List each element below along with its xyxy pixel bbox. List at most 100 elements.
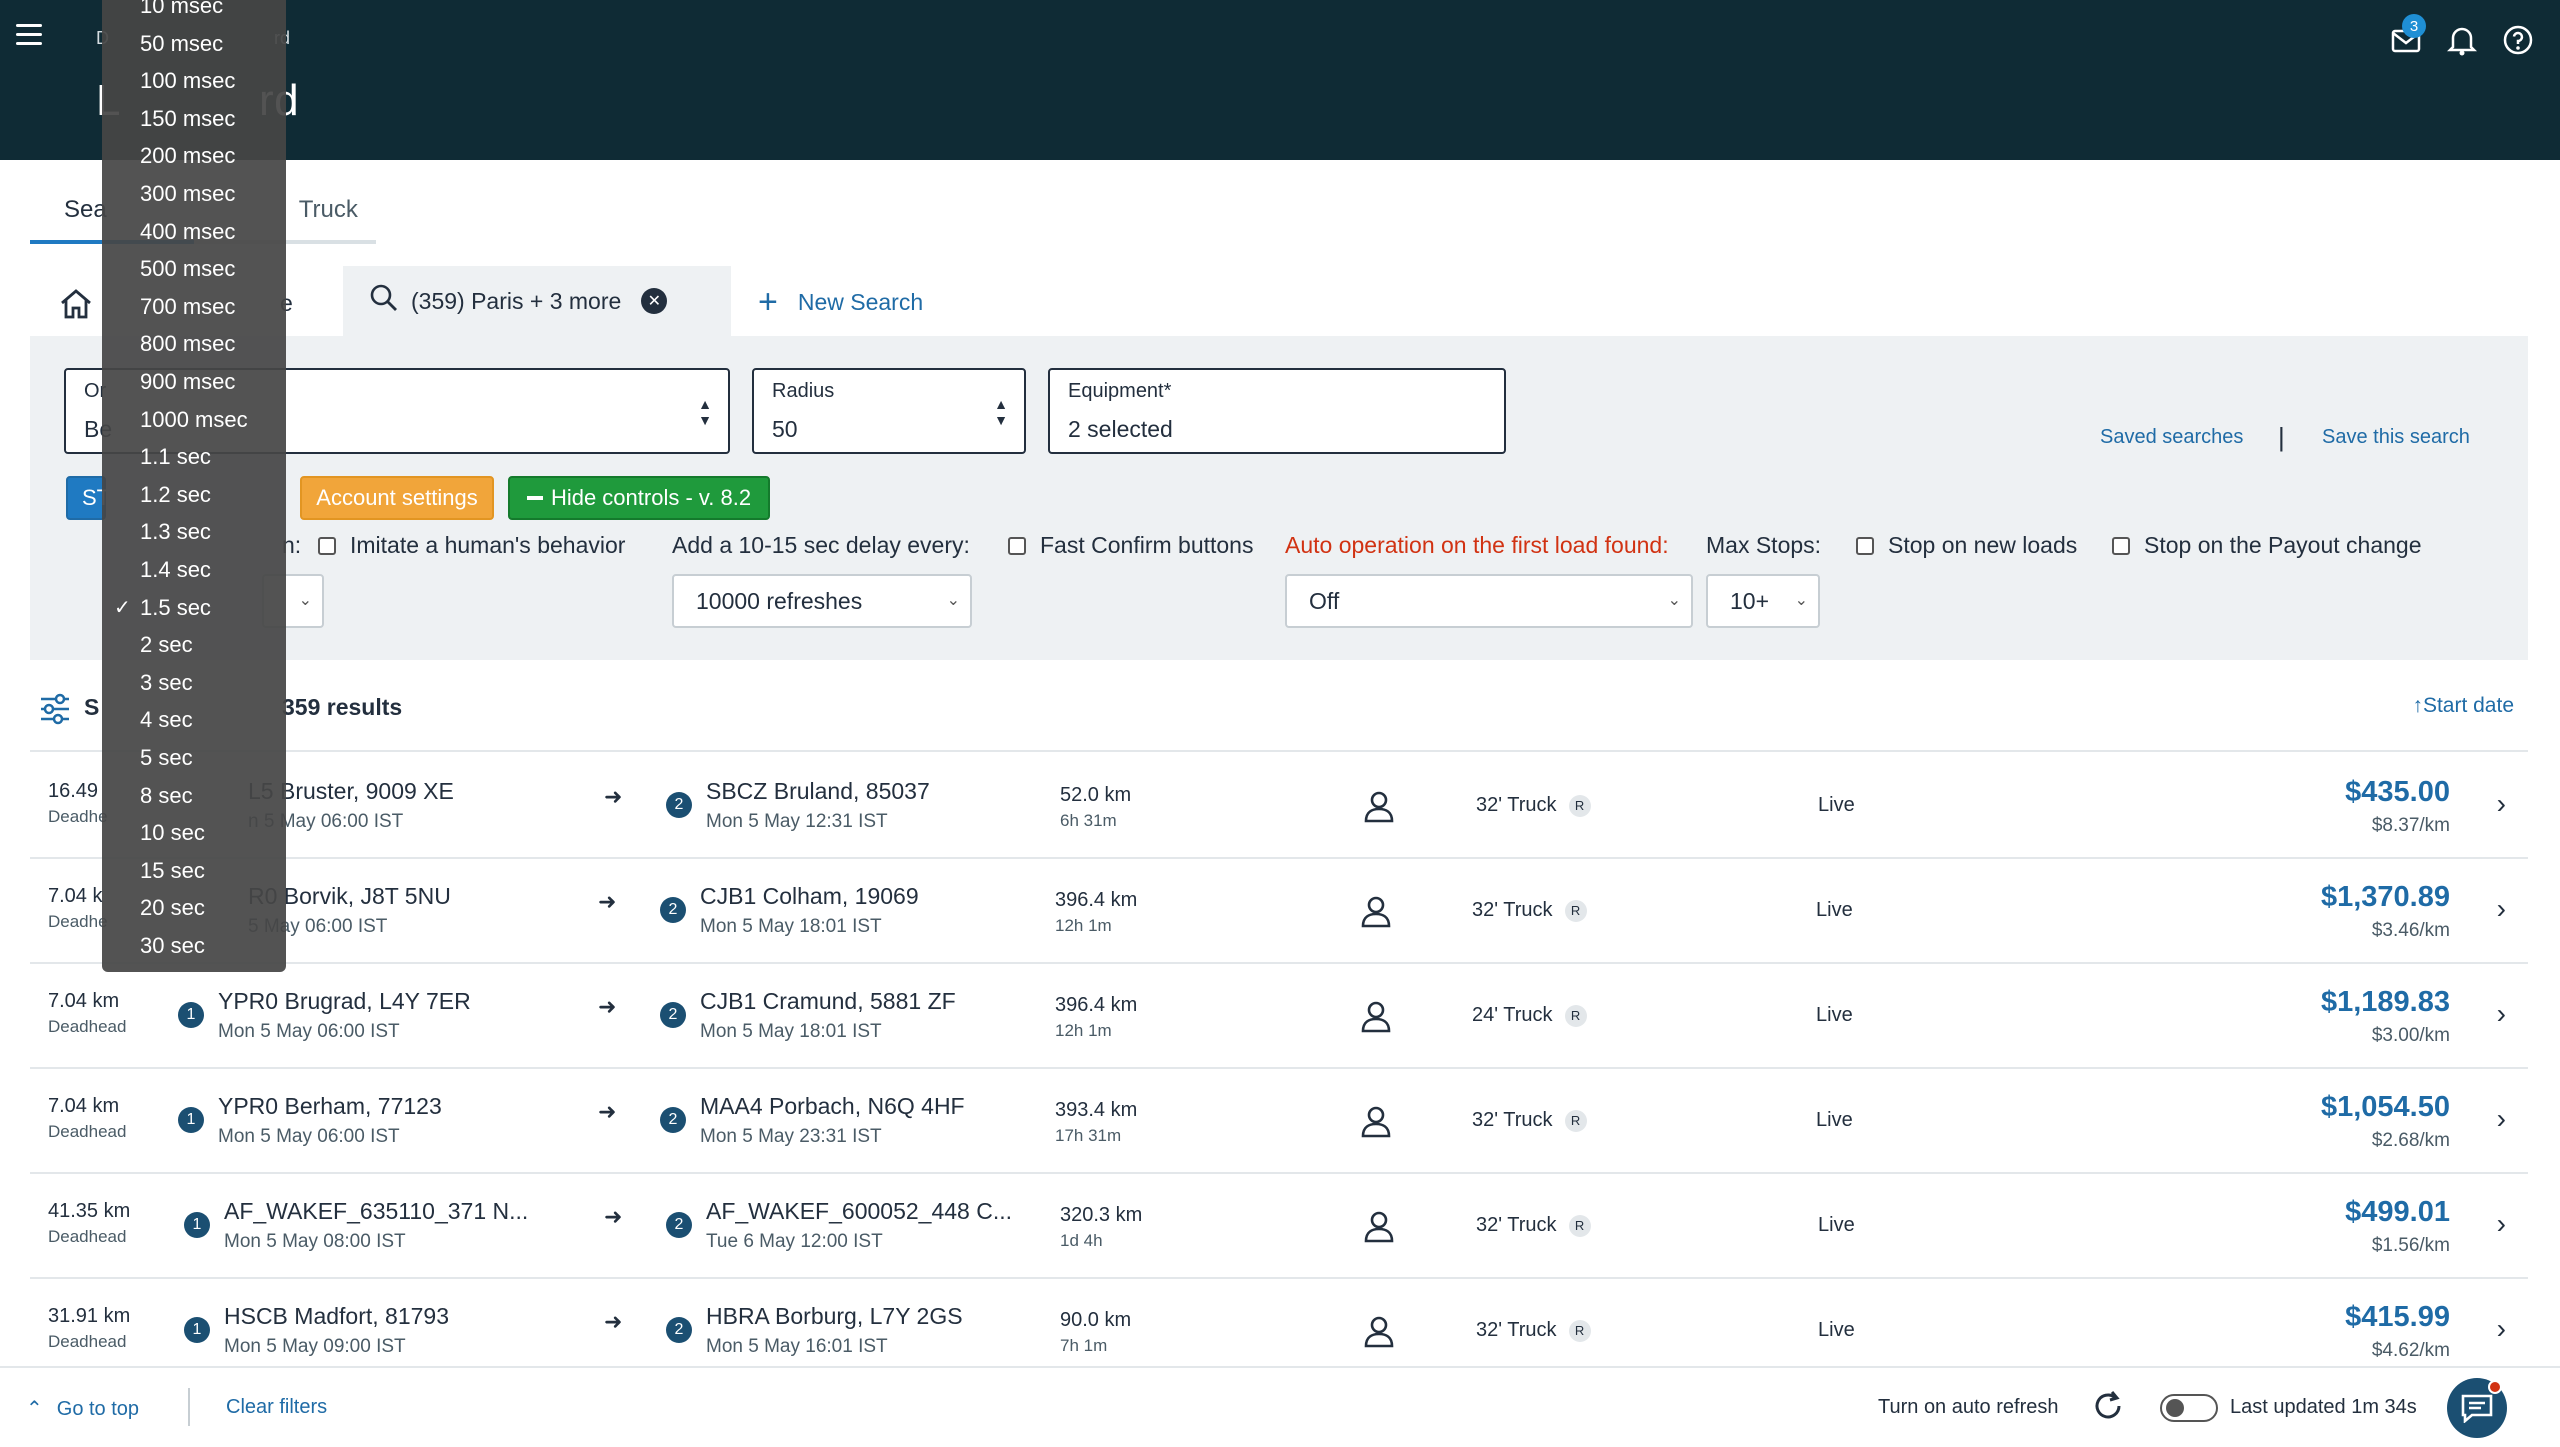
save-this-search-link[interactable]: Save this search [2322, 426, 2470, 449]
dropdown-option[interactable]: 20 sec [102, 890, 286, 926]
dropdown-option[interactable]: 30 sec [102, 928, 286, 964]
load-status: Live [1818, 794, 1855, 816]
dropdown-option[interactable]: 200 msec [102, 138, 286, 174]
bell-icon[interactable] [2442, 20, 2482, 60]
chevron-right-icon[interactable]: › [2497, 893, 2506, 925]
auto-operation-select[interactable]: Off ⌄ [1285, 574, 1693, 628]
dropdown-option[interactable]: 8 sec [102, 778, 286, 814]
equipment-field[interactable]: Equipment* 2 selected [1048, 368, 1506, 454]
price-value: $499.01 [2345, 1196, 2450, 1228]
stop-number-badge: 2 [666, 1317, 692, 1343]
fast-confirm-option[interactable]: Fast Confirm buttons [1008, 532, 1253, 559]
dropdown-option-label: 10 msec [140, 0, 224, 18]
auto-refresh-label: Turn on auto refresh [1878, 1396, 2059, 1418]
stop-new-loads-option[interactable]: Stop on new loads [1856, 532, 2077, 559]
radius-spinner-icon[interactable]: ▲ ▼ [994, 396, 1008, 428]
imitate-human-option[interactable]: Imitate a human's behavior [318, 532, 625, 559]
rate-value: $8.37/km [2371, 815, 2450, 836]
stop-payout-option[interactable]: Stop on the Payout change [2112, 532, 2422, 559]
equipment-type: 32' Truck R [1472, 1109, 1587, 1132]
dropdown-option[interactable]: 700 msec [102, 289, 286, 325]
chevron-right-icon[interactable]: › [2497, 998, 2506, 1030]
hamburger-icon[interactable] [16, 24, 42, 46]
auto-refresh-toggle[interactable] [2160, 1394, 2218, 1422]
dropdown-option[interactable]: ✓ 1.5 sec [102, 590, 286, 626]
origin-name: HSCB Madfort, 81793 [224, 1303, 450, 1329]
dropdown-option[interactable]: 50 msec [102, 26, 286, 62]
dropdown-option[interactable]: 5 sec [102, 740, 286, 776]
dropdown-option[interactable]: 1.3 sec [102, 514, 286, 550]
dropdown-option-label: 700 msec [140, 293, 236, 319]
home-icon[interactable] [58, 286, 98, 326]
new-search-label: New Search [797, 288, 924, 315]
deadhead: 41.35 km Deadhead [48, 1200, 130, 1247]
go-to-top-link[interactable]: ⌃ Go to top [26, 1396, 139, 1421]
dropdown-option[interactable]: 2 sec [102, 627, 286, 663]
dropdown-option[interactable]: 300 msec [102, 176, 286, 212]
origin-spinner-icon[interactable]: ▲ ▼ [698, 396, 712, 428]
dropdown-option-label: 1.2 sec [140, 481, 211, 507]
dropdown-option[interactable]: 15 sec [102, 853, 286, 889]
dropdown-option[interactable]: 10 sec [102, 815, 286, 851]
distance-value: 52.0 km [1060, 784, 1132, 806]
dropdown-option-label: 500 msec [140, 256, 236, 282]
price-block: $435.00 $8.37/km [2150, 776, 2450, 837]
deadhead: 31.91 km Deadhead [48, 1305, 130, 1352]
delay-select[interactable]: 10000 refreshes ⌄ [672, 574, 972, 628]
equipment-label: 32' Truck [1472, 899, 1553, 921]
chevron-right-icon[interactable]: › [2497, 1313, 2506, 1345]
fast-confirm-checkbox[interactable] [1008, 536, 1026, 555]
imitate-human-checkbox[interactable] [318, 536, 336, 555]
dropdown-option[interactable]: 800 msec [102, 326, 286, 362]
sort-label[interactable]: S [84, 694, 99, 721]
start-date-sort[interactable]: ↑Start date [2412, 694, 2514, 718]
chevron-right-icon[interactable]: › [2497, 1208, 2506, 1240]
help-icon[interactable] [2498, 20, 2538, 60]
chevron-down-icon: ⌄ [946, 592, 960, 609]
account-settings-button[interactable]: Account settings [300, 476, 494, 520]
deadhead-label: Deadhead [48, 1122, 127, 1141]
dropdown-option[interactable]: 3 sec [102, 665, 286, 701]
destination-time: Mon 5 May 16:01 IST [706, 1336, 888, 1357]
person-icon [1361, 1208, 1397, 1244]
dropdown-option-label: 100 msec [140, 68, 236, 94]
dropdown-option-label: 900 msec [140, 369, 236, 394]
dropdown-option[interactable]: 400 msec [102, 214, 286, 250]
refresh-icon[interactable] [2090, 1388, 2126, 1424]
dropdown-option[interactable]: 1000 msec [102, 402, 286, 438]
stop-payout-checkbox[interactable] [2112, 536, 2130, 555]
radius-field[interactable]: Radius 50 ▲ ▼ [752, 368, 1026, 454]
sliders-icon[interactable] [38, 692, 72, 726]
hide-controls-button[interactable]: Hide controls - v. 8.2 [508, 476, 770, 520]
table-row[interactable]: 7.04 km Deadhead 1 YPR0 Brugrad, L4Y 7ER Mon… [30, 964, 2528, 1069]
start-button[interactable]: ST [66, 476, 110, 520]
dropdown-option[interactable]: 10 msec [102, 0, 286, 24]
dropdown-option[interactable]: 100 msec [102, 63, 286, 99]
load-status: Live [1818, 1319, 1855, 1341]
stop-new-loads-checkbox[interactable] [1856, 536, 1874, 555]
dropdown-option[interactable]: 1.1 sec [102, 439, 286, 475]
active-search-tab[interactable]: (359) Paris + 3 more ✕ [343, 266, 731, 336]
dropdown-option-label: 400 msec [140, 218, 236, 244]
destination-name: CJB1 Colham, 19069 [700, 883, 919, 909]
dropdown-option[interactable]: 900 msec [102, 364, 286, 400]
saved-searches-link[interactable]: Saved searches [2100, 426, 2243, 449]
table-row[interactable]: 7.04 km Deadhead 1 YPR0 Berham, 77123 Mon 5 … [30, 1069, 2528, 1174]
equipment-label: 32' Truck [1476, 794, 1557, 816]
equipment-label: 32' Truck [1476, 1319, 1557, 1341]
table-row[interactable]: 7.04 k Deadhe R0 Borvik, J8T 5NU 5 May 06:0… [30, 859, 2528, 964]
destination-location: CJB1 Cramund, 5881 ZF Mon 5 May 18:01 IST [700, 988, 956, 1043]
dropdown-option[interactable]: 500 msec [102, 251, 286, 287]
dropdown-option[interactable]: 150 msec [102, 101, 286, 137]
clear-filters-link[interactable]: Clear filters [226, 1396, 327, 1419]
dropdown-option[interactable]: 1.4 sec [102, 552, 286, 588]
chevron-right-icon[interactable]: › [2497, 1103, 2506, 1135]
new-search-button[interactable]: + New Search [742, 280, 939, 324]
close-icon[interactable]: ✕ [641, 288, 668, 314]
chevron-right-icon[interactable]: › [2497, 788, 2506, 820]
dropdown-option[interactable]: 1.2 sec [102, 477, 286, 513]
dropdown-option[interactable]: 4 sec [102, 702, 286, 738]
table-row[interactable]: 16.49 Deadhe L5 Bruster, 9009 XE n 5 May 06… [30, 754, 2528, 859]
max-stops-select[interactable]: 10+ ⌄ [1706, 574, 1820, 628]
table-row[interactable]: 41.35 km Deadhead 1 AF_WAKEF_635110_371 N..… [30, 1174, 2528, 1279]
